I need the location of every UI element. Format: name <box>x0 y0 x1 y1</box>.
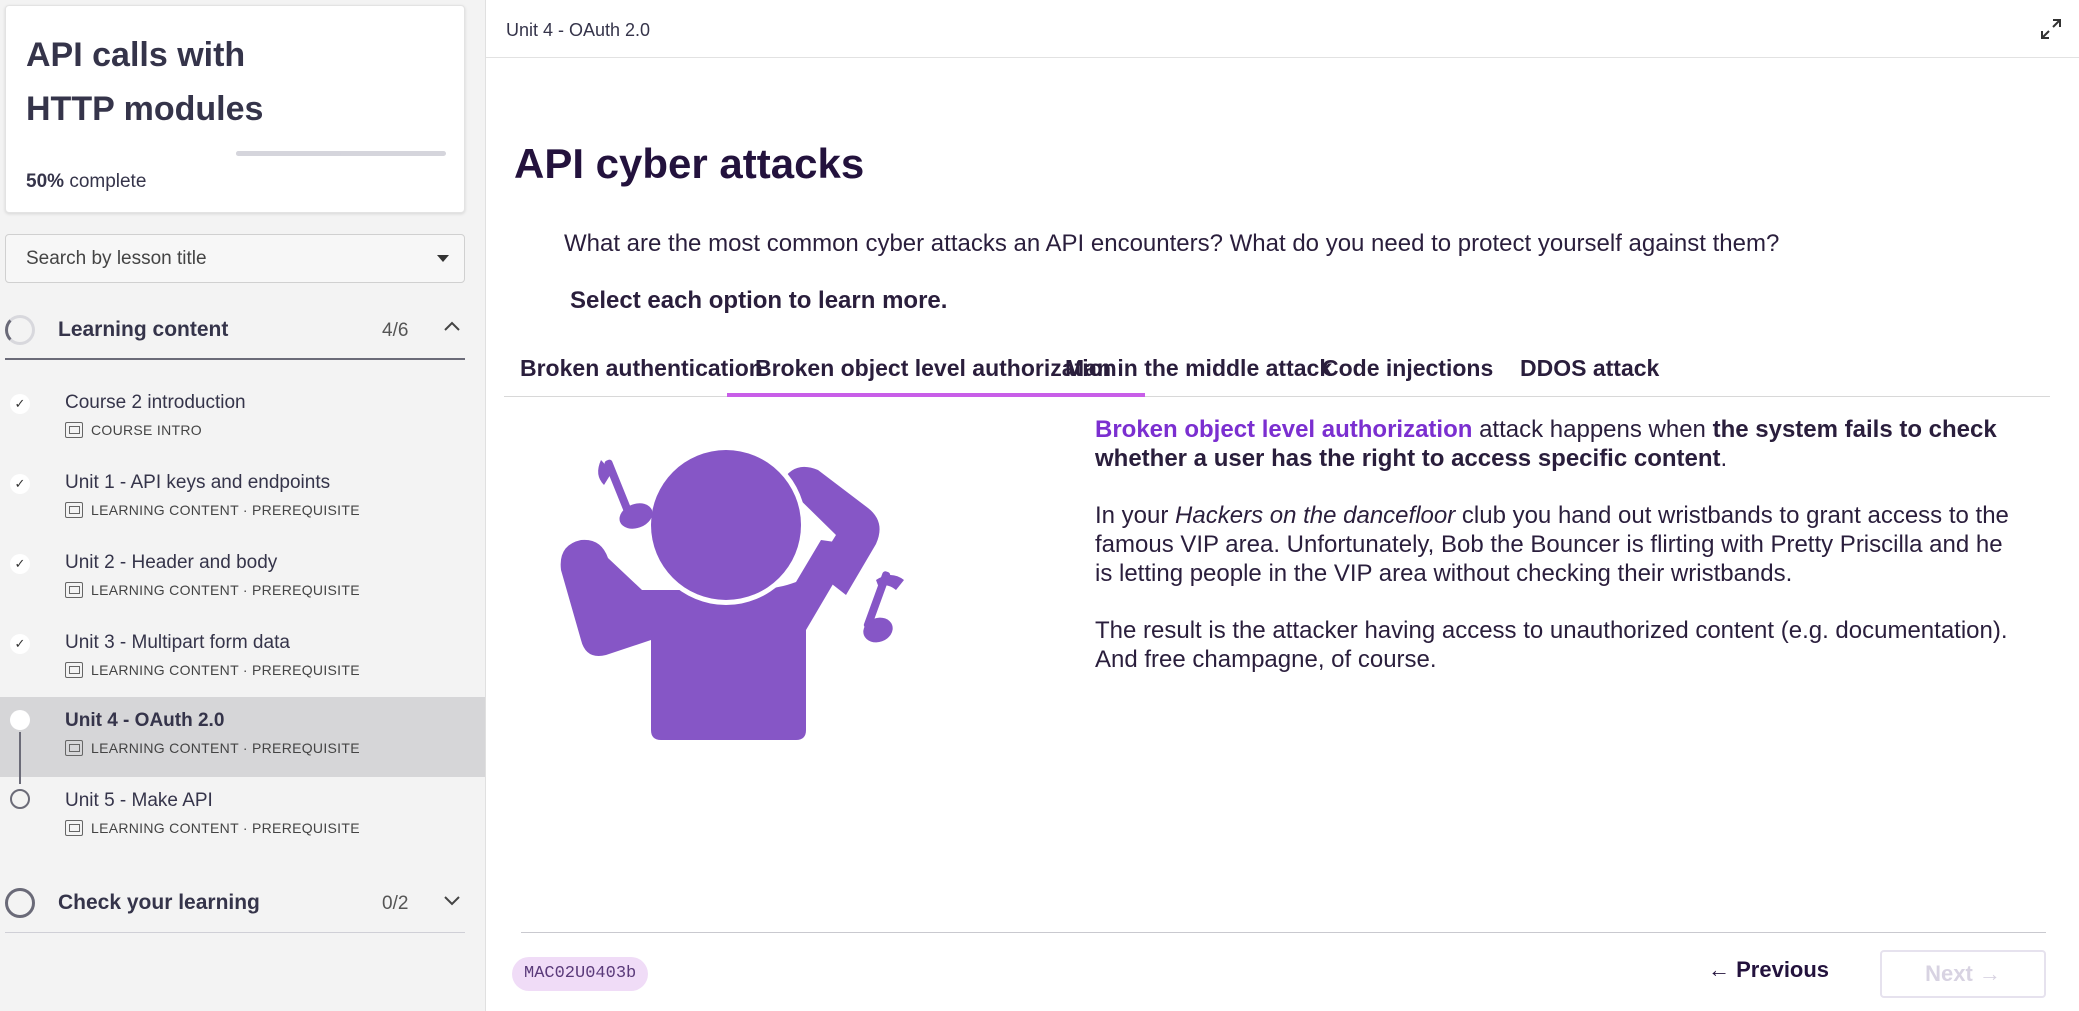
lesson-title: Unit 3 - Multipart form data <box>65 632 290 653</box>
lesson-meta: LEARNING CONTENT · PREREQUISITE <box>65 582 360 598</box>
lesson-title: Unit 1 - API keys and endpoints <box>65 472 331 493</box>
check-icon: ✓ <box>10 634 30 654</box>
check-icon: ✓ <box>10 474 30 494</box>
section-title: Learning content <box>58 318 229 341</box>
section-learning-content[interactable]: Learning content 4/6 <box>0 300 485 360</box>
progress-ring-icon <box>5 315 35 345</box>
lesson-meta-text: COURSE INTRO <box>91 422 202 438</box>
section-count: 4/6 <box>382 320 409 341</box>
lesson-meta-text: LEARNING CONTENT · PREREQUISITE <box>91 740 360 756</box>
current-lesson-dot-icon <box>10 710 30 730</box>
slides-icon <box>65 820 83 836</box>
lesson-meta: LEARNING CONTENT · PREREQUISITE <box>65 740 360 756</box>
chevron-up-icon[interactable] <box>442 317 462 342</box>
tab-man-in-the-middle-attack[interactable]: Man in the middle attack <box>1065 355 1332 382</box>
progress-fill <box>236 151 341 156</box>
lesson-meta-text: LEARNING CONTENT · PREREQUISITE <box>91 662 360 678</box>
panel-paragraph: The result is the attacker having access… <box>1095 617 2008 673</box>
empty-ring-icon <box>5 888 35 918</box>
instruction-text: Select each option to learn more. <box>570 287 948 314</box>
lesson-topbar: Unit 4 - OAuth 2.0 <box>486 0 2079 58</box>
course-sidebar: API calls with HTTP modules 50% complete… <box>0 0 485 1011</box>
course-card: API calls with HTTP modules 50% complete <box>5 5 465 213</box>
progress-percent: 50% <box>26 171 65 192</box>
lesson-search-select[interactable]: Search by lesson title <box>5 234 465 283</box>
slides-icon <box>65 740 83 756</box>
lesson-content: Unit 4 - OAuth 2.0 API cyber attacks Wha… <box>485 0 2079 1011</box>
section-check-your-learning[interactable]: Check your learning 0/2 <box>0 873 485 933</box>
breadcrumb: Unit 4 - OAuth 2.0 <box>506 20 651 40</box>
panel-paragraph: In your Hackers on the dancefloor club y… <box>1095 501 2025 588</box>
panel-text: attack happens when <box>1472 416 1713 443</box>
lesson-title: Unit 5 - Make API <box>65 790 213 811</box>
expand-icon[interactable] <box>2040 18 2062 40</box>
lesson-item[interactable]: ✓ Course 2 introduction COURSE INTRO <box>0 382 485 462</box>
chevron-down-icon[interactable] <box>442 890 462 915</box>
panel-text: . <box>1720 445 1728 472</box>
section-divider <box>5 932 465 933</box>
progress-text: 50% complete <box>26 171 146 193</box>
lesson-item-current[interactable]: Unit 4 - OAuth 2.0 LEARNING CONTENT · PR… <box>0 697 485 777</box>
lesson-meta: LEARNING CONTENT · PREREQUISITE <box>65 662 360 678</box>
slides-icon <box>65 662 83 678</box>
section-divider <box>5 358 465 360</box>
lesson-title: Unit 4 - OAuth 2.0 <box>65 710 225 731</box>
caret-down-icon <box>437 255 449 262</box>
lesson-item[interactable]: ✓ Unit 1 - API keys and endpoints LEARNI… <box>0 462 485 542</box>
check-icon: ✓ <box>10 554 30 574</box>
page-title: API cyber attacks <box>514 140 865 187</box>
lesson-meta-text: LEARNING CONTENT · PREREQUISITE <box>91 582 360 598</box>
lesson-meta-text: LEARNING CONTENT · PREREQUISITE <box>91 820 360 836</box>
tab-broken-object-level-authorization[interactable]: Broken object level authorization <box>727 355 1145 397</box>
tab-panel: Broken object level authorization attack… <box>1095 415 2025 702</box>
section-title: Check your learning <box>58 891 260 914</box>
lesson-title: Course 2 introduction <box>65 392 246 413</box>
check-icon: ✓ <box>10 394 30 414</box>
search-placeholder: Search by lesson title <box>26 248 207 269</box>
tab-ddos-attack[interactable]: DDOS attack <box>1520 355 1659 382</box>
empty-circle-icon <box>10 789 30 809</box>
lesson-item[interactable]: ✓ Unit 2 - Header and body LEARNING CONT… <box>0 542 485 622</box>
panel-text: In your <box>1095 502 1176 529</box>
lesson-meta-text: LEARNING CONTENT · PREREQUISITE <box>91 502 360 518</box>
footer-divider <box>521 932 2046 933</box>
progress-suffix: complete <box>69 171 147 192</box>
tab-code-injections[interactable]: Code injections <box>1322 355 1493 382</box>
lesson-meta: LEARNING CONTENT · PREREQUISITE <box>65 820 360 836</box>
course-title: API calls with HTTP modules <box>26 36 264 128</box>
intro-question: What are the most common cyber attacks a… <box>564 230 1780 257</box>
lesson-item[interactable]: Unit 5 - Make API LEARNING CONTENT · PRE… <box>0 777 485 857</box>
slides-icon <box>65 502 83 518</box>
next-button[interactable]: Next → <box>1880 950 2046 998</box>
lesson-title: Unit 2 - Header and body <box>65 552 278 573</box>
dancing-person-icon <box>546 430 966 750</box>
previous-button[interactable]: ← Previous <box>1708 957 1829 983</box>
progress-bar <box>236 151 446 156</box>
attack-tabs: Broken authentication Broken object leve… <box>504 345 2050 397</box>
tab-broken-authentication[interactable]: Broken authentication <box>520 355 763 382</box>
document-icon <box>65 422 83 438</box>
slides-icon <box>65 582 83 598</box>
section-count: 0/2 <box>382 893 409 914</box>
panel-italic: Hackers on the dancefloor <box>1175 502 1456 529</box>
lesson-meta: COURSE INTRO <box>65 422 202 438</box>
lesson-item[interactable]: ✓ Unit 3 - Multipart form data LEARNING … <box>0 622 485 702</box>
lesson-meta: LEARNING CONTENT · PREREQUISITE <box>65 502 360 518</box>
lesson-code-badge: MAC02U0403b <box>512 957 649 991</box>
panel-term: Broken object level authorization <box>1095 416 1473 443</box>
panel-paragraph: Broken object level authorization attack… <box>1095 415 2025 473</box>
